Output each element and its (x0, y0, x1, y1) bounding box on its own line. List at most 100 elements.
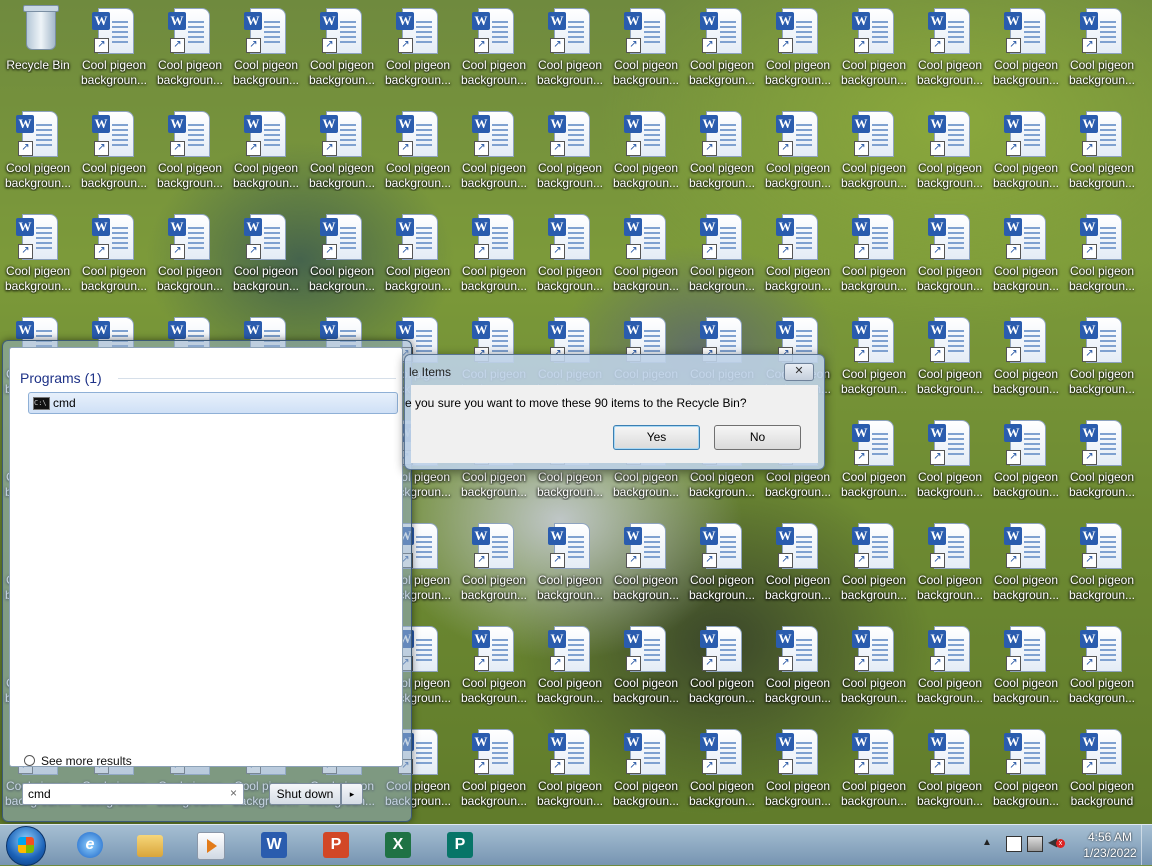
desktop-icon-word-document[interactable]: W ↗ Cool pigeonbackgroun... (456, 0, 532, 100)
desktop-icon-word-document[interactable]: W ↗ Cool pigeonbackgroun... (1064, 515, 1140, 615)
desktop-icon-word-document[interactable]: W ↗ Cool pigeonbackgroun... (532, 103, 608, 203)
desktop-icon-word-document[interactable]: W ↗ Cool pigeonbackgroun... (228, 0, 304, 100)
desktop-icon-word-document[interactable]: W ↗ Cool pigeonbackgroun... (912, 206, 988, 306)
taskbar-excel[interactable]: X (372, 828, 424, 862)
desktop-icon-word-document[interactable]: W ↗ Cool pigeonbackgroun... (304, 103, 380, 203)
desktop-icon-word-document[interactable]: W ↗ Cool pigeonbackgroun... (456, 103, 532, 203)
desktop-icon-word-document[interactable]: W ↗ Cool pigeonbackgroun... (836, 103, 912, 203)
desktop-icon-word-document[interactable]: W ↗ Cool pigeonbackgroun... (1064, 309, 1140, 409)
desktop-icon-word-document[interactable]: W ↗ Cool pigeonbackgroun... (760, 515, 836, 615)
desktop-icon-word-document[interactable]: W ↗ Cool pigeonbackgroun... (608, 0, 684, 100)
desktop-icon-word-document[interactable]: W ↗ Cool pigeonbackgroun... (684, 618, 760, 718)
desktop-icon-word-document[interactable]: W ↗ Cool pigeonbackgroun... (0, 206, 76, 306)
desktop-icon-word-document[interactable]: W ↗ Cool pigeonbackgroun... (760, 618, 836, 718)
desktop-icon-word-document[interactable]: W ↗ Cool pigeonbackgroun... (836, 0, 912, 100)
taskbar-media-player[interactable] (184, 828, 236, 862)
desktop-icon-word-document[interactable]: W ↗ Cool pigeonbackgroun... (912, 0, 988, 100)
desktop-icon-word-document[interactable]: W ↗ Cool pigeonbackgroun... (608, 618, 684, 718)
desktop-icon-word-document[interactable]: W ↗ Cool pigeonbackgroun... (456, 618, 532, 718)
desktop-icon-word-document[interactable]: W ↗ Cool pigeonbackgroun... (760, 0, 836, 100)
desktop-icon-word-document[interactable]: W ↗ Cool pigeonbackgroun... (836, 721, 912, 821)
taskbar-powerpoint[interactable]: P (310, 828, 362, 862)
taskbar-word[interactable]: W (248, 828, 300, 862)
desktop-icon-word-document[interactable]: W ↗ Cool pigeonbackgroun... (684, 721, 760, 821)
desktop-icon-word-document[interactable]: W ↗ Cool pigeonbackgroun... (76, 206, 152, 306)
desktop-icon-word-document[interactable]: W ↗ Cool pigeonbackgroun... (608, 515, 684, 615)
desktop-icon-word-document[interactable]: W ↗ Cool pigeonbackgroun... (380, 103, 456, 203)
close-button[interactable]: ✕ (784, 363, 814, 381)
desktop-icon-word-document[interactable]: W ↗ Cool pigeonbackgroun... (152, 0, 228, 100)
desktop-icon-word-document[interactable]: W ↗ Cool pigeonbackgroun... (836, 412, 912, 512)
desktop-icon-word-document[interactable]: W ↗ Cool pigeonbackgroun... (836, 309, 912, 409)
desktop-icon-word-document[interactable]: W ↗ Cool pigeonbackgroun... (1064, 0, 1140, 100)
clock[interactable]: 4:56 AM 1/23/2022 (1078, 829, 1142, 861)
desktop-icon-word-document[interactable]: W ↗ Cool pigeonbackgroun... (912, 618, 988, 718)
desktop-icon-word-document[interactable]: W ↗ Cool pigeonbackgroun... (532, 206, 608, 306)
desktop-icon-word-document[interactable]: W ↗ Cool pigeonbackgroun... (988, 412, 1064, 512)
desktop-icon-word-document[interactable]: W ↗ Cool pigeon background (1064, 721, 1140, 821)
desktop-icon-word-document[interactable]: W ↗ Cool pigeonbackgroun... (684, 515, 760, 615)
desktop-icon-word-document[interactable]: W ↗ Cool pigeonbackgroun... (304, 0, 380, 100)
desktop-icon-word-document[interactable]: W ↗ Cool pigeonbackgroun... (76, 103, 152, 203)
desktop-icon-word-document[interactable]: W ↗ Cool pigeonbackgroun... (988, 103, 1064, 203)
desktop-icon-word-document[interactable]: W ↗ Cool pigeonbackgroun... (228, 103, 304, 203)
show-desktop-button[interactable] (1141, 825, 1152, 865)
desktop-icon-word-document[interactable]: W ↗ Cool pigeonbackgroun... (76, 0, 152, 100)
desktop-icon-word-document[interactable]: W ↗ Cool pigeonbackgroun... (836, 206, 912, 306)
desktop-icon-word-document[interactable]: W ↗ Cool pigeonbackgroun... (1064, 618, 1140, 718)
desktop-icon-word-document[interactable]: W ↗ Cool pigeonbackgroun... (760, 103, 836, 203)
desktop-icon-word-document[interactable]: W ↗ Cool pigeonbackgroun... (684, 103, 760, 203)
desktop-icon-word-document[interactable]: W ↗ Cool pigeonbackgroun... (1064, 412, 1140, 512)
no-button[interactable]: No (714, 425, 801, 450)
desktop-icon-word-document[interactable]: W ↗ Cool pigeonbackgroun... (912, 103, 988, 203)
desktop-icon-word-document[interactable]: W ↗ Cool pigeonbackgroun... (912, 721, 988, 821)
desktop-icon-word-document[interactable]: W ↗ Cool pigeonbackgroun... (532, 721, 608, 821)
desktop-icon-word-document[interactable]: W ↗ Cool pigeonbackgroun... (988, 618, 1064, 718)
start-button[interactable] (6, 826, 46, 866)
show-hidden-icons-icon[interactable]: ▲ (982, 837, 992, 848)
desktop-icon-word-document[interactable]: W ↗ Cool pigeonbackgroun... (304, 206, 380, 306)
desktop-icon-word-document[interactable]: W ↗ Cool pigeonbackgroun... (912, 412, 988, 512)
desktop-icon-word-document[interactable]: W ↗ Cool pigeonbackgroun... (988, 206, 1064, 306)
desktop-icon-word-document[interactable]: W ↗ Cool pigeonbackgroun... (532, 0, 608, 100)
desktop-icon-word-document[interactable]: W ↗ Cool pigeonbackgroun... (380, 206, 456, 306)
desktop-icon-word-document[interactable]: W ↗ Cool pigeonbackgroun... (608, 721, 684, 821)
network-icon[interactable] (1027, 836, 1043, 852)
start-search-box[interactable]: cmd × (22, 783, 244, 805)
taskbar-windows-explorer[interactable] (124, 828, 176, 862)
desktop-icon-word-document[interactable]: W ↗ Cool pigeonbackgroun... (532, 618, 608, 718)
search-result-cmd[interactable]: C:\ cmd (28, 392, 398, 414)
desktop-icon-word-document[interactable]: W ↗ Cool pigeonbackgroun... (760, 206, 836, 306)
desktop-icon-word-document[interactable]: W ↗ Cool pigeonbackgroun... (0, 103, 76, 203)
desktop-icon-word-document[interactable]: W ↗ Cool pigeonbackgroun... (684, 206, 760, 306)
desktop-icon-word-document[interactable]: W ↗ Cool pigeonbackgroun... (152, 206, 228, 306)
shutdown-options-arrow-icon[interactable]: ▸ (341, 783, 363, 805)
desktop-icon-word-document[interactable]: W ↗ Cool pigeonbackgroun... (760, 721, 836, 821)
desktop-icon-word-document[interactable]: W ↗ Cool pigeonbackgroun... (152, 103, 228, 203)
desktop-icon-word-document[interactable]: W ↗ Cool pigeonbackgroun... (1064, 206, 1140, 306)
taskbar-publisher[interactable]: P (434, 828, 486, 862)
action-center-icon[interactable] (1006, 836, 1022, 852)
see-more-results-link[interactable]: See more results (24, 754, 132, 768)
search-input[interactable]: cmd (28, 787, 51, 801)
desktop-icon-word-document[interactable]: W ↗ Cool pigeonbackgroun... (608, 103, 684, 203)
desktop-icon-word-document[interactable]: W ↗ Cool pigeonbackgroun... (912, 309, 988, 409)
desktop-icon-word-document[interactable]: W ↗ Cool pigeonbackgroun... (228, 206, 304, 306)
yes-button[interactable]: Yes (613, 425, 700, 450)
desktop-icon-word-document[interactable]: W ↗ Cool pigeonbackgroun... (1064, 103, 1140, 203)
desktop-icon-word-document[interactable]: W ↗ Cool pigeonbackgroun... (988, 721, 1064, 821)
desktop-icon-word-document[interactable]: W ↗ Cool pigeonbackgroun... (532, 515, 608, 615)
clear-search-icon[interactable]: × (230, 786, 237, 800)
desktop-icon-word-document[interactable]: W ↗ Cool pigeonbackgroun... (988, 515, 1064, 615)
desktop-icon-word-document[interactable]: W ↗ Cool pigeonbackgroun... (988, 0, 1064, 100)
desktop-icon-word-document[interactable]: W ↗ Cool pigeonbackgroun... (456, 721, 532, 821)
desktop-icon-word-document[interactable]: W ↗ Cool pigeonbackgroun... (836, 618, 912, 718)
desktop-icon-word-document[interactable]: W ↗ Cool pigeonbackgroun... (456, 206, 532, 306)
desktop-icon-word-document[interactable]: W ↗ Cool pigeonbackgroun... (836, 515, 912, 615)
desktop-icon-recycle-bin[interactable]: Recycle Bin (0, 0, 76, 100)
desktop-icon-word-document[interactable]: W ↗ Cool pigeonbackgroun... (608, 206, 684, 306)
desktop-icon-word-document[interactable]: W ↗ Cool pigeonbackgroun... (912, 515, 988, 615)
desktop-icon-word-document[interactable]: W ↗ Cool pigeonbackgroun... (684, 0, 760, 100)
desktop-icon-word-document[interactable]: W ↗ Cool pigeonbackgroun... (988, 309, 1064, 409)
shut-down-button[interactable]: Shut down (269, 783, 341, 805)
